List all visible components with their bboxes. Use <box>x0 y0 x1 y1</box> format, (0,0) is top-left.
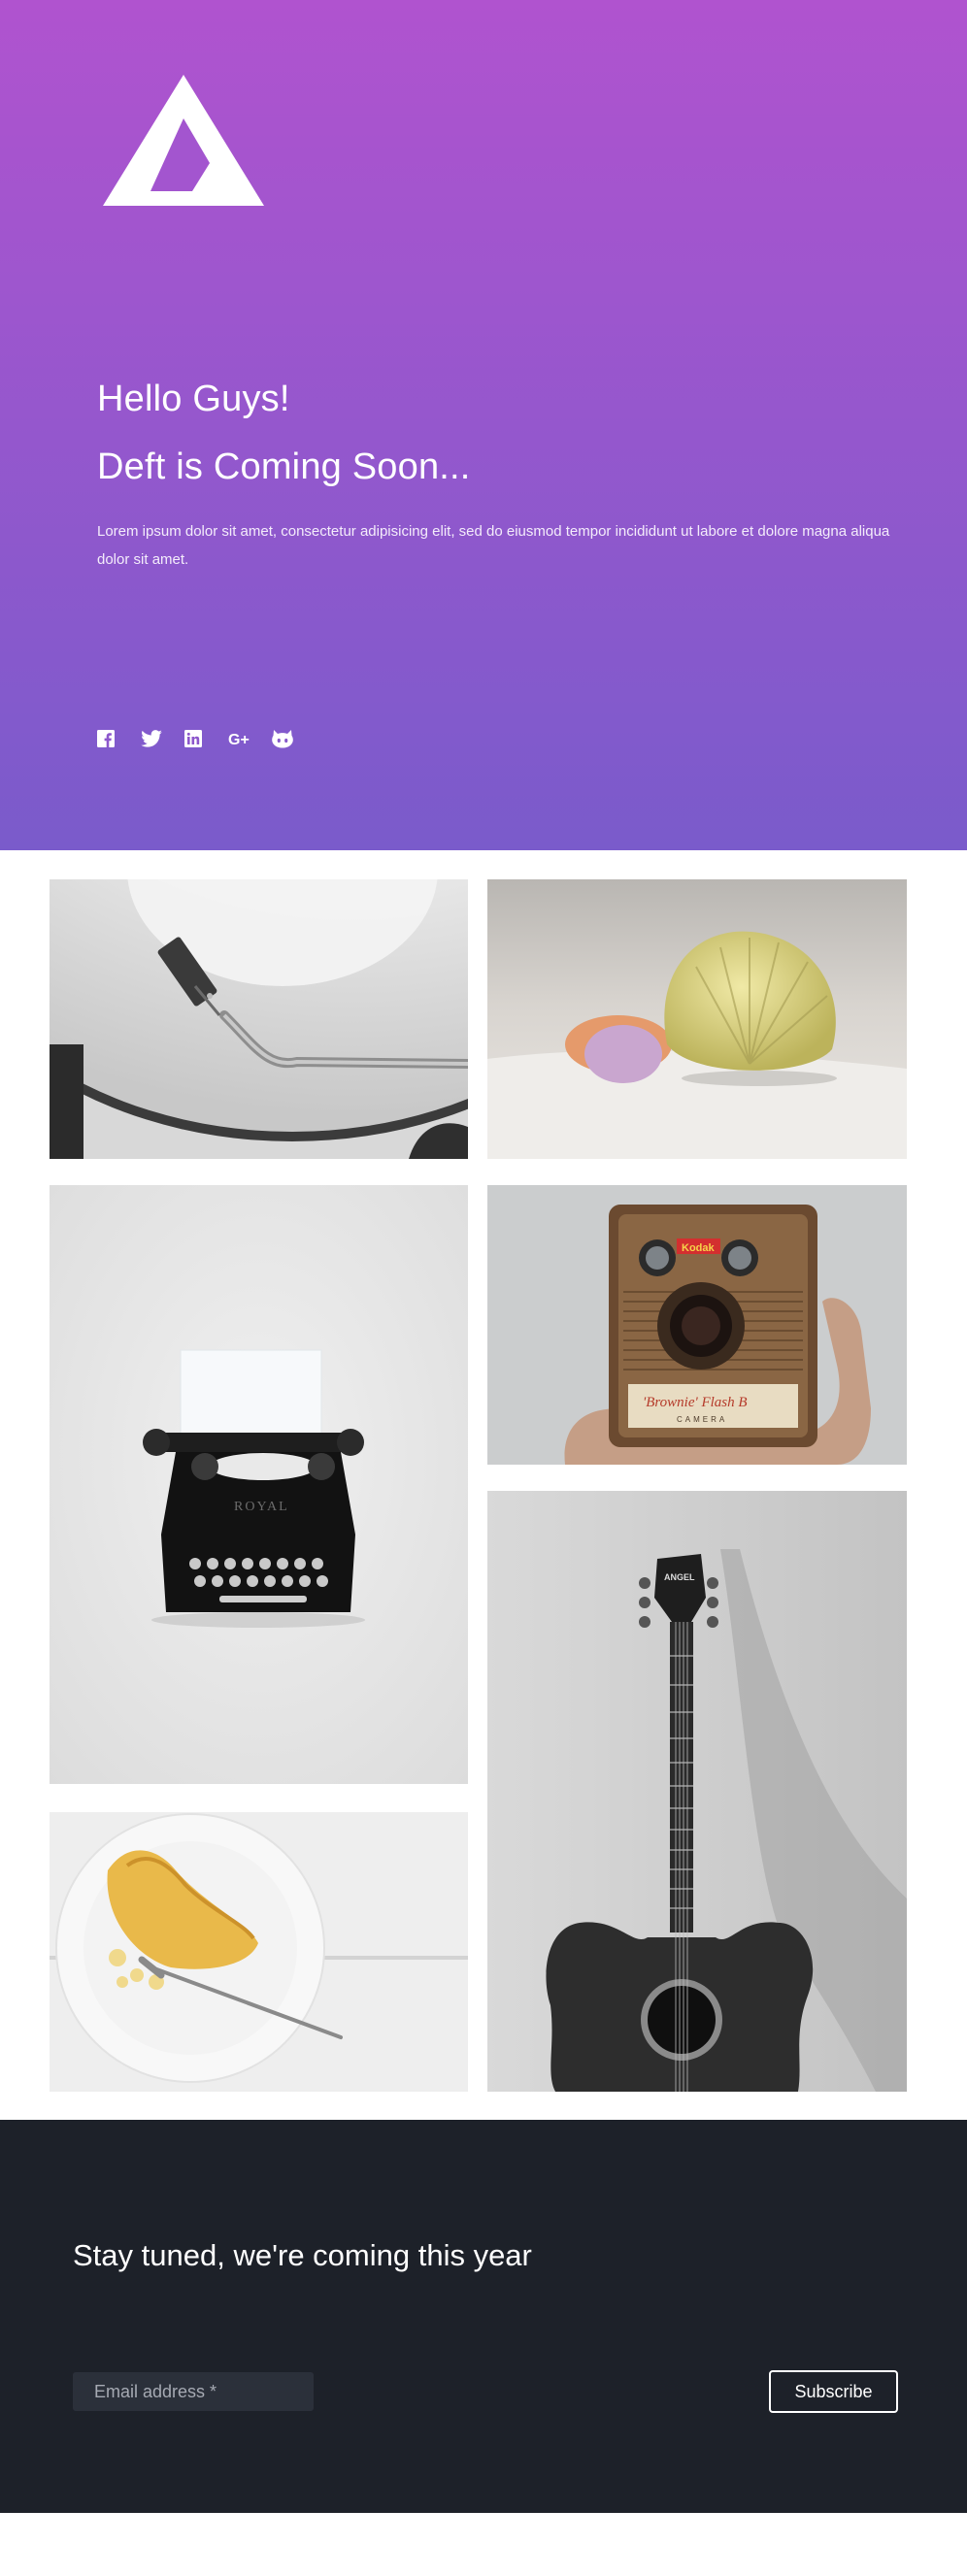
google-plus-link[interactable]: G+ <box>228 726 272 751</box>
svg-text:Kodak: Kodak <box>682 1242 716 1254</box>
subscribe-footer: Stay tuned, we're coming this year Subsc… <box>0 2120 967 2513</box>
linkedin-icon <box>184 730 202 747</box>
svg-text:ROYAL: ROYAL <box>234 1500 289 1514</box>
hero-section: Hello Guys! Deft is Coming Soon... Lorem… <box>0 0 967 850</box>
linkedin-link[interactable] <box>184 726 228 751</box>
facebook-icon <box>97 730 115 747</box>
subscribe-button[interactable]: Subscribe <box>769 2370 898 2413</box>
cake-photo[interactable] <box>50 1812 468 2092</box>
camera-photo[interactable]: Kodak 'Brownie' Flash B CAMERA <box>487 1185 907 1465</box>
hero-description: Lorem ipsum dolor sit amet, consectetur … <box>97 523 890 568</box>
guitar-photo[interactable]: ANGEL <box>487 1491 907 2092</box>
photo-gallery: ROYAL Kodak 'Brownie' Flash B CAMERA ANG… <box>0 850 967 2120</box>
page-bottom <box>0 2513 967 2576</box>
hero-headline: Deft is Coming Soon... <box>97 446 471 487</box>
twitter-link[interactable] <box>141 726 184 751</box>
google-plus-icon: G+ <box>228 732 250 747</box>
logo-icon <box>103 75 264 206</box>
typewriter-photo[interactable]: ROYAL <box>50 1185 468 1784</box>
seashell-photo[interactable] <box>487 879 907 1159</box>
email-input[interactable] <box>73 2372 314 2411</box>
turntable-photo[interactable] <box>50 879 468 1159</box>
social-links: G+ <box>97 726 316 751</box>
twitter-icon <box>141 730 162 747</box>
svg-text:G+: G+ <box>228 732 250 747</box>
facebook-link[interactable] <box>97 726 141 751</box>
github-icon <box>272 730 293 748</box>
hero-greeting: Hello Guys! <box>97 379 290 419</box>
svg-text:ANGEL: ANGEL <box>664 1572 695 1582</box>
footer-title: Stay tuned, we're coming this year <box>73 2238 532 2272</box>
github-link[interactable] <box>272 726 316 751</box>
svg-text:'Brownie' Flash B: 'Brownie' Flash B <box>643 1395 748 1410</box>
svg-text:CAMERA: CAMERA <box>677 1415 727 1424</box>
